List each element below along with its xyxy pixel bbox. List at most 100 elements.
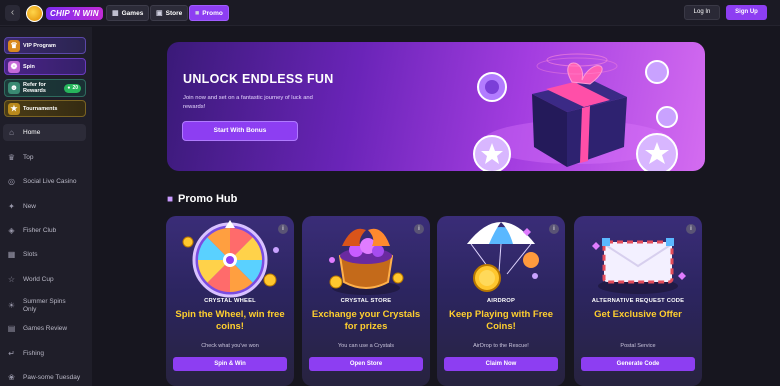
- sidebar-item-world-cup[interactable]: ☆ World Cup: [0, 271, 92, 288]
- trophy-icon: ★: [8, 102, 20, 115]
- start-with-bonus-button[interactable]: Start With Bonus: [182, 121, 298, 141]
- home-icon: ⌂: [9, 128, 14, 137]
- sidebar-item-label: Top: [23, 154, 34, 161]
- spin-and-win-button[interactable]: Spin & Win: [173, 357, 287, 371]
- card-label: ALTERNATIVE REQUEST CODE: [591, 298, 685, 304]
- envelope-illustration: [592, 238, 686, 294]
- sun-icon: ☀: [7, 301, 16, 310]
- gift-box-illustration: [473, 53, 678, 171]
- sidebar-item-label: Fisher Club: [23, 227, 57, 234]
- refer-badge-value: 20: [72, 85, 78, 91]
- fortune-wheel-illustration: [182, 220, 279, 298]
- info-icon[interactable]: i: [549, 224, 559, 234]
- crown-icon: ♛: [7, 153, 16, 162]
- signup-button[interactable]: Sign Up: [726, 5, 767, 20]
- logo-text: CHIP 'N WIN: [46, 6, 103, 20]
- sidebar-item-label: Games Review: [23, 325, 68, 332]
- tournaments-label: Tournaments: [23, 105, 58, 112]
- info-icon[interactable]: i: [686, 224, 696, 234]
- sidebar-item-label: Fishing: [23, 350, 44, 357]
- sidebar-item-fisher-club[interactable]: ◈ Fisher Club: [0, 222, 92, 239]
- fish-icon: ◈: [8, 226, 15, 235]
- sidebar-item-label: World Cup: [23, 276, 54, 283]
- sidebar-item-paw-some-tuesday[interactable]: ❀ Paw-some Tuesday: [0, 369, 92, 386]
- sidebar-item-social-live-casino[interactable]: ◎ Social Live Casino: [0, 173, 92, 190]
- card-headline: Keep Playing with Free Coins!: [449, 309, 553, 332]
- generate-code-button[interactable]: Generate Code: [581, 357, 695, 371]
- sidebar: ♛ VIP Program ❁ Spin ☻ Refer for Rewards…: [0, 27, 92, 386]
- info-icon[interactable]: i: [278, 224, 288, 234]
- paw-icon: ❀: [8, 373, 15, 382]
- nav-store-label: Store: [165, 9, 183, 17]
- hero-subtitle: Join now and set on a fantastic journey …: [183, 95, 313, 110]
- sidebar-item-label: Slots: [23, 251, 38, 258]
- sidebar-item-label: Summer Spins Only: [23, 298, 66, 313]
- promo-card-crystal-store: i CRYSTAL STORE Exchange your Crystals f…: [302, 216, 430, 386]
- back-button[interactable]: ‹: [5, 5, 20, 21]
- card-note: Postal Service: [620, 343, 656, 349]
- sidebar-item-label: Home: [23, 129, 41, 136]
- card-headline: Spin the Wheel, win free coins!: [175, 309, 285, 332]
- card-note: Check what you've won: [201, 343, 259, 349]
- promo-card-alternative-request-code: i ALTERNATIVE REQUEST CODE Get Exclusive…: [574, 216, 702, 386]
- card-label: CRYSTAL STORE: [340, 298, 392, 304]
- sidebar-item-home[interactable]: ⌂ Home: [3, 124, 86, 141]
- chevron-left-icon: ‹: [10, 7, 15, 18]
- gamepad-icon: ▦: [112, 10, 119, 17]
- airdrop-parachute-illustration: [467, 222, 539, 292]
- sidebar-item-label: Paw-some Tuesday: [23, 374, 81, 381]
- sidebar-item-new[interactable]: ✦ New: [0, 198, 92, 215]
- nav-promo-label: Promo: [202, 9, 223, 17]
- hook-icon: ↵: [8, 349, 15, 358]
- sidebar-promo-tournaments[interactable]: ★ Tournaments: [4, 100, 86, 117]
- vip-label: VIP Program: [23, 42, 56, 49]
- slots-icon: ▦: [7, 250, 16, 259]
- refer-badge: ● 20: [64, 84, 81, 93]
- hero-banner: UNLOCK ENDLESS FUN Join now and set on a…: [167, 42, 705, 171]
- coin-icon: ●: [67, 85, 71, 91]
- sparkle-icon: ✦: [8, 202, 15, 211]
- chip-logo-icon: [26, 4, 43, 22]
- nav-store-button[interactable]: ▣ Store: [150, 5, 189, 21]
- sidebar-promo-refer[interactable]: ☻ Refer for Rewards ● 20: [4, 79, 86, 97]
- review-icon: ▤: [7, 324, 16, 333]
- sidebar-item-summer-spins[interactable]: ☀ Summer Spins Only: [0, 295, 92, 317]
- spin-label: Spin: [23, 63, 35, 70]
- sidebar-item-fishing[interactable]: ↵ Fishing: [0, 345, 92, 362]
- nav-games-label: Games: [121, 9, 144, 17]
- info-icon[interactable]: i: [414, 224, 424, 234]
- people-icon: ☻: [8, 82, 20, 94]
- live-icon: ◎: [8, 177, 15, 186]
- sidebar-item-slots[interactable]: ▦ Slots: [0, 246, 92, 263]
- sidebar-item-games-review[interactable]: ▤ Games Review: [0, 320, 92, 337]
- sidebar-item-label: New: [23, 203, 37, 210]
- hero-title: UNLOCK ENDLESS FUN: [183, 72, 334, 86]
- card-note: You can use a Crystals: [337, 343, 395, 349]
- nav-games-button[interactable]: ▦ Games: [106, 5, 150, 21]
- trophy-icon: ☆: [7, 275, 16, 284]
- card-headline: Exchange your Crystals for prizes: [311, 309, 421, 332]
- sidebar-promo-vip[interactable]: ♛ VIP Program: [4, 37, 86, 54]
- sidebar-item-top[interactable]: ♛ Top: [0, 149, 92, 166]
- nav-promo-button[interactable]: ■ Promo: [189, 5, 229, 21]
- store-icon: ▣: [156, 10, 163, 17]
- gift-icon: ■: [195, 9, 200, 17]
- promo-card-crystal-wheel: i CRYSTAL WHEEL Spin the Wheel, win free…: [166, 216, 294, 386]
- card-label: CRYSTAL WHEEL: [204, 298, 256, 304]
- gift-icon: ■: [167, 193, 174, 205]
- promo-hub-title: ■ Promo Hub: [167, 193, 237, 205]
- claim-now-button[interactable]: Claim Now: [444, 357, 558, 371]
- treasure-pot-illustration: [329, 228, 404, 295]
- login-button[interactable]: Log In: [684, 5, 720, 20]
- logo[interactable]: CHIP 'N WIN: [26, 4, 103, 22]
- wheel-icon: ❁: [8, 60, 20, 73]
- sidebar-promo-spin[interactable]: ❁ Spin: [4, 58, 86, 75]
- card-headline: Get Exclusive Offer: [594, 309, 682, 320]
- top-bar: ‹ CHIP 'N WIN ▦ Games ▣ Store ■ Promo Lo…: [0, 0, 780, 26]
- card-note: AirDrop to the Rescue!: [473, 343, 529, 349]
- promo-card-airdrop: i AIRDROP Keep Playing with Free Coins! …: [437, 216, 565, 386]
- promo-hub-title-text: Promo Hub: [178, 193, 238, 205]
- sidebar-item-label: Social Live Casino: [23, 178, 77, 185]
- vip-crown-icon: ♛: [8, 39, 20, 52]
- open-store-button[interactable]: Open Store: [309, 357, 423, 371]
